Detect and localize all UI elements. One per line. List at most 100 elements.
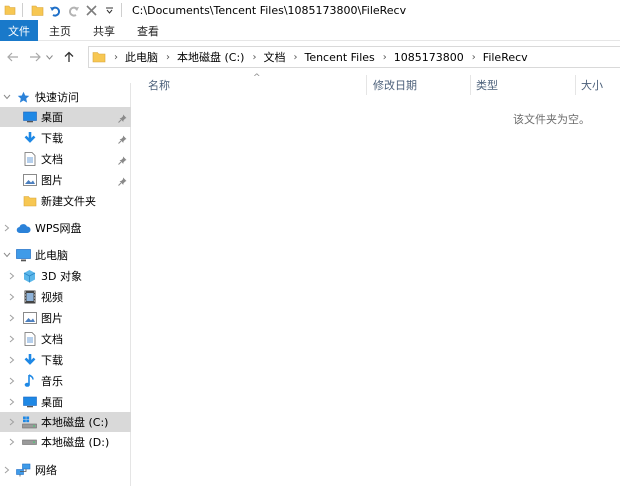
sidebar-item-quick-access[interactable]: 快速访问 <box>0 87 131 107</box>
sidebar-item-pictures[interactable]: 图片 <box>0 170 131 190</box>
sidebar-item-videos[interactable]: 视频 <box>0 287 131 307</box>
sidebar-item-this-pc[interactable]: 此电脑 <box>0 245 131 265</box>
recent-locations-button[interactable] <box>44 48 54 66</box>
pin-icon[interactable] <box>118 155 127 165</box>
navigation-row: › 此电脑 › 本地磁盘 (C:) › 文档 › Tencent Files ›… <box>0 41 620 73</box>
tab-home[interactable]: 主页 <box>38 20 82 41</box>
sidebar-item-label: 文档 <box>41 153 63 166</box>
column-header-label: 大小 <box>581 79 603 92</box>
computer-icon <box>16 248 31 262</box>
chevron-down-icon[interactable] <box>2 92 12 102</box>
column-header-size[interactable]: 大小 <box>581 73 620 97</box>
sidebar-item-music[interactable]: 音乐 <box>0 371 131 391</box>
tab-share[interactable]: 共享 <box>82 20 126 41</box>
chevron-down-icon[interactable] <box>2 250 12 260</box>
breadcrumb-this-pc[interactable]: 此电脑 <box>125 49 158 65</box>
chevron-right-icon[interactable] <box>7 437 17 447</box>
ribbon-tabs: 文件 主页 共享 查看 <box>0 20 620 41</box>
chevron-right-icon[interactable] <box>7 313 17 323</box>
sidebar-item-drive-d[interactable]: 本地磁盘 (D:) <box>0 432 131 452</box>
pictures-icon <box>22 311 37 325</box>
chevron-right-icon[interactable] <box>2 465 12 475</box>
sidebar-item-label: 文档 <box>41 333 63 346</box>
tab-file[interactable]: 文件 <box>0 20 38 41</box>
column-header-label: 类型 <box>476 79 498 92</box>
sidebar-item-label: 本地磁盘 (C:) <box>41 416 109 429</box>
arrow-left-icon <box>7 52 18 62</box>
pin-icon[interactable] <box>118 176 127 186</box>
sidebar-item-label: 图片 <box>41 174 63 187</box>
breadcrumb-drive-c[interactable]: 本地磁盘 (C:) <box>177 49 244 65</box>
chevron-down-icon[interactable] <box>101 2 117 18</box>
sidebar-item-label: WPS网盘 <box>35 222 82 235</box>
column-header-date[interactable]: 修改日期 <box>373 73 473 97</box>
sidebar-item-label: 本地磁盘 (D:) <box>41 436 110 449</box>
undo-icon[interactable] <box>47 2 63 18</box>
breadcrumb-separator: › <box>166 51 170 63</box>
sidebar-item-label: 音乐 <box>41 375 63 388</box>
desktop-icon <box>22 395 37 409</box>
pin-icon[interactable] <box>118 113 127 123</box>
breadcrumb-separator: › <box>382 51 387 63</box>
folder-icon <box>22 194 37 208</box>
sidebar-item-desktop[interactable]: 桌面 <box>0 107 131 127</box>
sidebar-item-wps-cloud[interactable]: WPS网盘 <box>0 218 131 238</box>
breadcrumb-filerecv[interactable]: FileRecv <box>483 51 528 64</box>
title-bar: C:\Documents\Tencent Files\1085173800\Fi… <box>0 0 620 20</box>
up-button[interactable] <box>60 48 78 66</box>
window-title: C:\Documents\Tencent Files\1085173800\Fi… <box>132 3 407 17</box>
sidebar-item-3d-objects[interactable]: 3D 对象 <box>0 266 131 286</box>
sidebar-item-new-folder[interactable]: 新建文件夹 <box>0 191 131 211</box>
breadcrumb-tencent-files[interactable]: Tencent Files <box>304 51 374 64</box>
chevron-right-icon[interactable] <box>7 355 17 365</box>
chevron-right-icon[interactable] <box>7 397 17 407</box>
sidebar-item-downloads[interactable]: 下载 <box>0 128 131 148</box>
chevron-right-icon[interactable] <box>7 271 17 281</box>
column-header-name[interactable]: 名称 <box>148 73 368 97</box>
download-icon <box>22 353 37 367</box>
sidebar-item-label: 下载 <box>41 354 63 367</box>
sidebar-item-documents-pc[interactable]: 文档 <box>0 329 131 349</box>
sidebar-item-documents[interactable]: 文档 <box>0 149 131 169</box>
tab-view[interactable]: 查看 <box>126 20 170 41</box>
chevron-right-icon[interactable] <box>7 417 17 427</box>
sidebar-item-label: 快速访问 <box>35 91 79 104</box>
sidebar-item-pictures-pc[interactable]: 图片 <box>0 308 131 328</box>
forward-button[interactable] <box>26 48 44 66</box>
chevron-right-icon[interactable] <box>7 376 17 386</box>
breadcrumb-account[interactable]: 1085173800 <box>394 51 464 64</box>
sidebar-item-label: 图片 <box>41 312 63 325</box>
column-divider[interactable] <box>366 75 367 95</box>
column-divider[interactable] <box>470 75 471 95</box>
close-icon[interactable] <box>83 2 99 18</box>
chevron-right-icon[interactable] <box>7 334 17 344</box>
video-icon <box>22 290 37 304</box>
breadcrumb-documents[interactable]: 文档 <box>263 49 285 65</box>
file-list[interactable]: ^ 名称 修改日期 类型 大小 该文件夹为空。 <box>132 73 620 486</box>
address-bar[interactable]: › 此电脑 › 本地磁盘 (C:) › 文档 › Tencent Files ›… <box>88 46 620 68</box>
sidebar-item-drive-c[interactable]: 本地磁盘 (C:) <box>0 412 131 432</box>
back-button[interactable] <box>4 48 22 66</box>
3d-objects-icon <box>22 269 37 283</box>
star-icon <box>16 90 31 104</box>
pin-icon[interactable] <box>118 134 127 144</box>
network-icon <box>16 463 31 477</box>
chevron-right-icon[interactable] <box>7 292 17 302</box>
redo-icon[interactable] <box>65 2 81 18</box>
column-header-label: 名称 <box>148 79 170 92</box>
sidebar-item-downloads-pc[interactable]: 下载 <box>0 350 131 370</box>
sidebar-item-network[interactable]: 网络 <box>0 460 131 480</box>
breadcrumb-separator: › <box>252 51 257 63</box>
column-divider[interactable] <box>575 75 576 95</box>
column-header-label: 修改日期 <box>373 79 417 92</box>
sidebar-item-label: 桌面 <box>41 396 63 409</box>
chevron-down-icon <box>45 54 53 60</box>
chevron-right-icon[interactable] <box>2 223 12 233</box>
sidebar-item-label: 此电脑 <box>35 249 68 262</box>
folder-icon[interactable] <box>29 2 45 18</box>
sidebar-item-desktop-pc[interactable]: 桌面 <box>0 392 131 412</box>
download-icon <box>22 131 37 145</box>
document-icon <box>22 152 37 166</box>
quick-access-toolbar <box>0 0 117 20</box>
column-header-type[interactable]: 类型 <box>476 73 576 97</box>
